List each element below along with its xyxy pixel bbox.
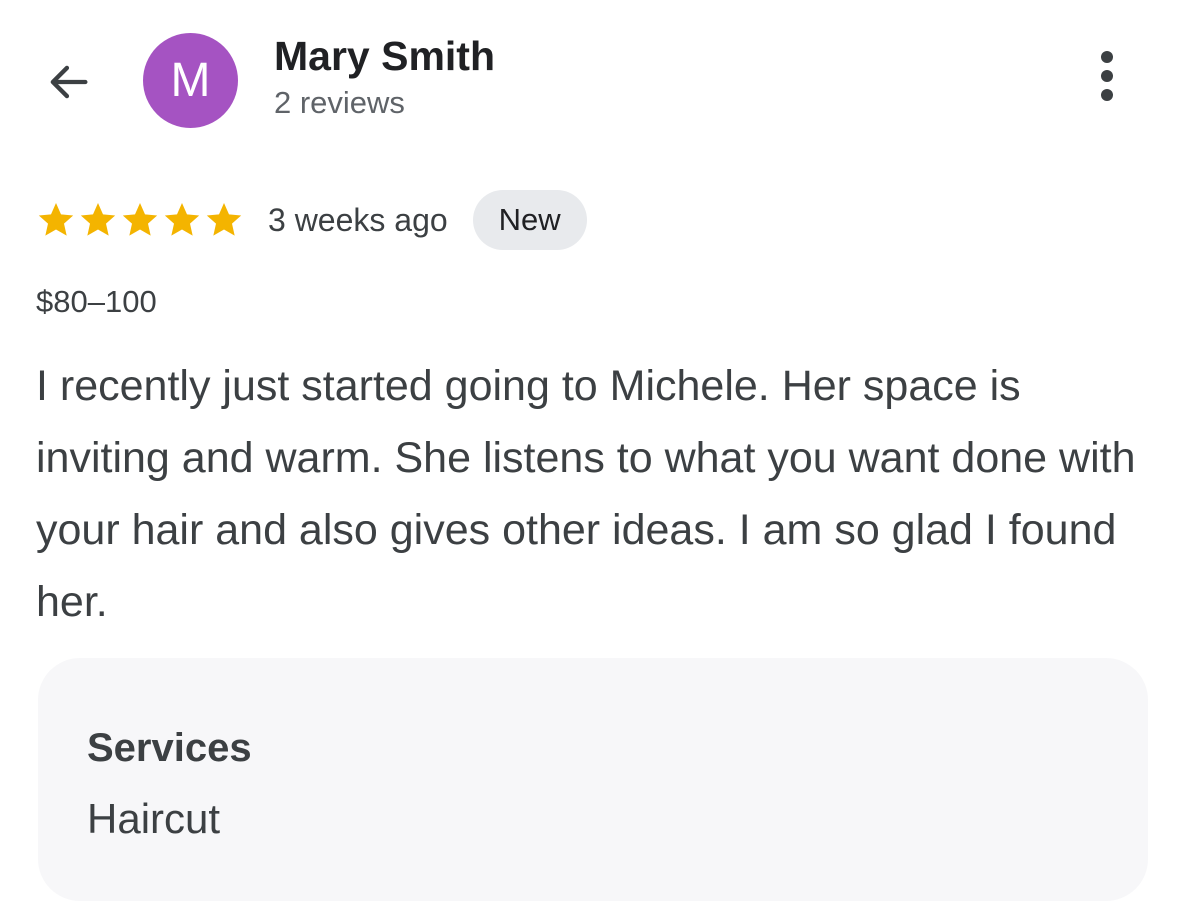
new-badge: New: [472, 190, 587, 250]
star-icon: [80, 203, 116, 236]
price-range: $80–100: [36, 284, 157, 319]
services-value: Haircut: [87, 795, 221, 842]
review-time: 3 weeks ago: [268, 201, 448, 238]
star-icon: [38, 203, 74, 236]
more-vert-icon: [1101, 51, 1113, 63]
review-text: I recently just started going to Michele…: [36, 362, 1136, 626]
services-title: Services: [87, 726, 252, 770]
star-rating: [36, 200, 244, 240]
star-icon: [206, 203, 242, 236]
services-card: Services Haircut: [38, 658, 1148, 901]
star-icon: [164, 203, 200, 236]
star-icon: [122, 203, 158, 236]
back-button[interactable]: [36, 50, 100, 114]
avatar-letter: M: [170, 53, 211, 107]
review-meta: 3 weeks ago New: [36, 189, 587, 251]
arrow-left-icon: [50, 65, 88, 99]
avatar[interactable]: M: [143, 33, 238, 128]
more-options-button[interactable]: [1082, 44, 1132, 108]
reviewer-name[interactable]: Mary Smith: [274, 32, 495, 80]
review-count: 2 reviews: [274, 85, 405, 120]
